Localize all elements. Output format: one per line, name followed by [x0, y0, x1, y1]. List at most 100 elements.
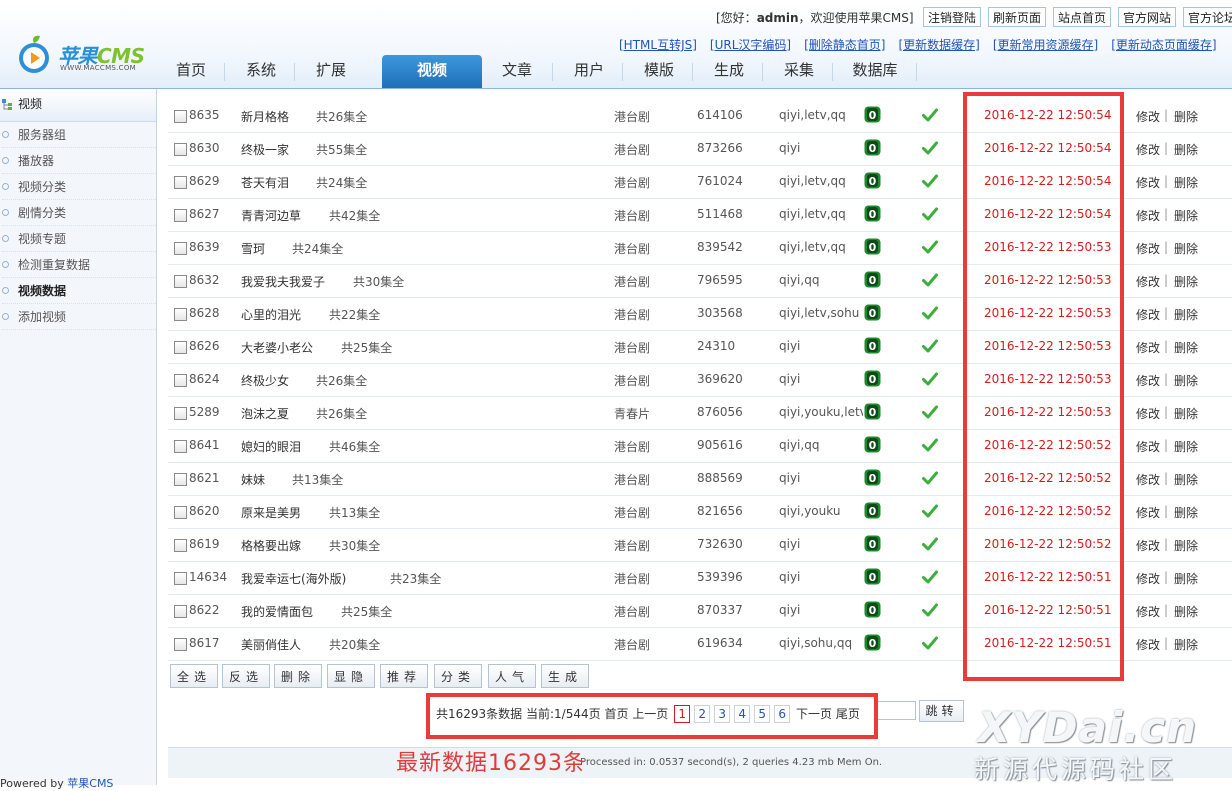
- video-name-link[interactable]: 大老婆小老公: [241, 339, 313, 356]
- page-jump-input[interactable]: [876, 701, 916, 720]
- checkmark-icon[interactable]: [922, 206, 938, 222]
- checkmark-icon[interactable]: [922, 239, 938, 255]
- nav-article[interactable]: 文章: [486, 55, 548, 88]
- level-icon[interactable]: 0: [864, 469, 881, 486]
- edit-link[interactable]: 修改: [1136, 108, 1160, 125]
- level-icon[interactable]: 0: [864, 106, 881, 123]
- toggle-visibility-button[interactable]: 显隐: [327, 664, 375, 688]
- video-name-link[interactable]: 我的爱情面包: [241, 603, 313, 620]
- level-icon[interactable]: 0: [864, 370, 881, 387]
- sidebar-item-video-category[interactable]: 视频分类: [2, 174, 156, 200]
- edit-link[interactable]: 修改: [1136, 372, 1160, 389]
- video-category[interactable]: 港台剧: [614, 339, 650, 356]
- sidebar-item-video-topic[interactable]: 视频专题: [2, 226, 156, 252]
- row-checkbox[interactable]: [174, 539, 187, 552]
- video-category[interactable]: 青春片: [614, 405, 650, 422]
- checkmark-icon[interactable]: [922, 404, 938, 420]
- level-icon[interactable]: 0: [864, 337, 881, 354]
- video-category[interactable]: 港台剧: [614, 537, 650, 554]
- video-name-link[interactable]: 新月格格: [241, 108, 289, 125]
- video-name-link[interactable]: 格格要出嫁: [241, 537, 301, 554]
- delete-link[interactable]: 删除: [1174, 636, 1198, 653]
- row-checkbox[interactable]: [174, 440, 187, 453]
- categorize-button[interactable]: 分类: [434, 664, 482, 688]
- delete-static-home-link[interactable]: [删除静态首页]: [804, 38, 885, 52]
- recommend-button[interactable]: 推荐: [380, 664, 428, 688]
- video-name-link[interactable]: 终极一家: [241, 141, 289, 158]
- checkmark-icon[interactable]: [922, 602, 938, 618]
- delete-link[interactable]: 删除: [1174, 273, 1198, 290]
- video-name-link[interactable]: 终极少女: [241, 372, 289, 389]
- video-name-link[interactable]: 我爱幸运七(海外版): [241, 570, 346, 587]
- nav-home[interactable]: 首页: [160, 55, 222, 88]
- checkmark-icon[interactable]: [922, 371, 938, 387]
- video-name-link[interactable]: 媳妇的眼泪: [241, 438, 301, 455]
- level-icon[interactable]: 0: [864, 634, 881, 651]
- level-icon[interactable]: 0: [864, 172, 881, 189]
- edit-link[interactable]: 修改: [1136, 537, 1160, 554]
- video-name-link[interactable]: 青青河边草: [241, 207, 301, 224]
- edit-link[interactable]: 修改: [1136, 438, 1160, 455]
- update-dynamic-cache-link[interactable]: [更新动态页面缓存]: [1111, 38, 1216, 52]
- level-icon[interactable]: 0: [864, 601, 881, 618]
- delete-link[interactable]: 删除: [1174, 174, 1198, 191]
- delete-link[interactable]: 删除: [1174, 537, 1198, 554]
- video-name-link[interactable]: 泡沫之夏: [241, 405, 289, 422]
- delete-link[interactable]: 删除: [1174, 504, 1198, 521]
- video-name-link[interactable]: 苍天有泪: [241, 174, 289, 191]
- nav-system[interactable]: 系统: [230, 55, 292, 88]
- invert-selection-button[interactable]: 反选: [222, 664, 270, 688]
- delete-link[interactable]: 删除: [1174, 438, 1198, 455]
- video-category[interactable]: 港台剧: [614, 570, 650, 587]
- row-checkbox[interactable]: [174, 110, 187, 123]
- row-checkbox[interactable]: [174, 308, 187, 321]
- delete-link[interactable]: 删除: [1174, 339, 1198, 356]
- level-icon[interactable]: 0: [864, 139, 881, 156]
- sidebar-section-title[interactable]: 视频: [0, 89, 156, 122]
- html-js-link[interactable]: [HTML互转JS]: [619, 38, 697, 52]
- nav-collect[interactable]: 采集: [768, 55, 830, 88]
- logo[interactable]: 苹果CMS WWW.MACCMS.COM: [14, 32, 159, 78]
- generate-button[interactable]: 生成: [541, 664, 589, 688]
- checkmark-icon[interactable]: [922, 437, 938, 453]
- edit-link[interactable]: 修改: [1136, 504, 1160, 521]
- checkmark-icon[interactable]: [922, 569, 938, 585]
- row-checkbox[interactable]: [174, 341, 187, 354]
- row-checkbox[interactable]: [174, 605, 187, 618]
- update-data-cache-link[interactable]: [更新数据缓存]: [898, 38, 979, 52]
- sidebar-item-server-group[interactable]: 服务器组: [2, 122, 156, 148]
- checkmark-icon[interactable]: [922, 107, 938, 123]
- official-forum-button[interactable]: 官方论坛: [1183, 7, 1232, 27]
- checkmark-icon[interactable]: [922, 470, 938, 486]
- edit-link[interactable]: 修改: [1136, 273, 1160, 290]
- edit-link[interactable]: 修改: [1136, 174, 1160, 191]
- sidebar-item-plot-category[interactable]: 剧情分类: [2, 200, 156, 226]
- row-checkbox[interactable]: [174, 572, 187, 585]
- edit-link[interactable]: 修改: [1136, 339, 1160, 356]
- row-checkbox[interactable]: [174, 638, 187, 651]
- level-icon[interactable]: 0: [864, 403, 881, 420]
- row-checkbox[interactable]: [174, 209, 187, 222]
- video-category[interactable]: 港台剧: [614, 273, 650, 290]
- update-common-cache-link[interactable]: [更新常用资源缓存]: [993, 38, 1098, 52]
- row-checkbox[interactable]: [174, 407, 187, 420]
- delete-link[interactable]: 删除: [1174, 207, 1198, 224]
- edit-link[interactable]: 修改: [1136, 207, 1160, 224]
- delete-link[interactable]: 删除: [1174, 471, 1198, 488]
- video-category[interactable]: 港台剧: [614, 471, 650, 488]
- nav-user[interactable]: 用户: [558, 55, 620, 88]
- edit-link[interactable]: 修改: [1136, 471, 1160, 488]
- level-icon[interactable]: 0: [864, 502, 881, 519]
- checkmark-icon[interactable]: [922, 338, 938, 354]
- video-category[interactable]: 港台剧: [614, 603, 650, 620]
- level-icon[interactable]: 0: [864, 271, 881, 288]
- delete-link[interactable]: 删除: [1174, 372, 1198, 389]
- level-icon[interactable]: 0: [864, 436, 881, 453]
- video-category[interactable]: 港台剧: [614, 207, 650, 224]
- official-site-button[interactable]: 官方网站: [1118, 7, 1177, 27]
- sidebar-item-check-duplicates[interactable]: 检测重复数据: [2, 252, 156, 278]
- sidebar-item-player[interactable]: 播放器: [2, 148, 156, 174]
- delete-link[interactable]: 删除: [1174, 141, 1198, 158]
- video-name-link[interactable]: 妹妹: [241, 471, 265, 488]
- delete-link[interactable]: 删除: [1174, 405, 1198, 422]
